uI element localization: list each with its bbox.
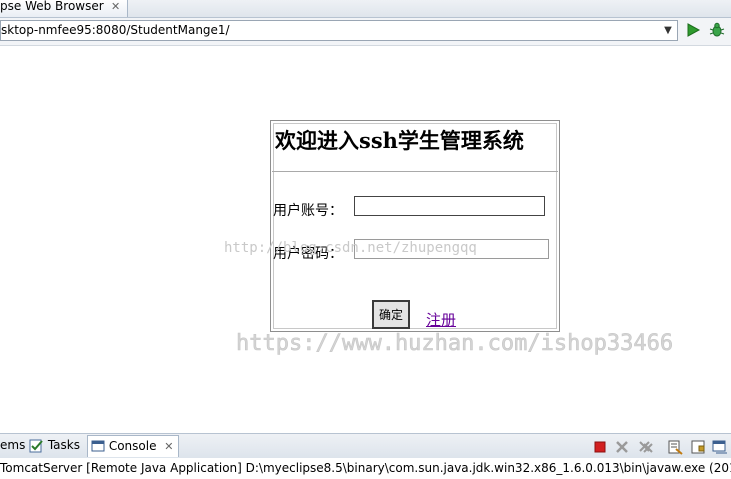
password-label: 用户密码： bbox=[273, 246, 343, 262]
tab-console[interactable]: Console ✕ bbox=[87, 435, 179, 457]
submit-button[interactable]: 确定 bbox=[372, 300, 410, 329]
tab-tasks[interactable]: Tasks bbox=[29, 438, 80, 453]
view-tab-strip: ems Tasks Console ✕ bbox=[0, 433, 731, 459]
close-icon[interactable]: ✕ bbox=[164, 440, 173, 453]
close-icon[interactable]: ✕ bbox=[111, 0, 120, 13]
tab-console-label: Console bbox=[108, 439, 157, 453]
browser-page: 欢迎进入ssh学生管理系统 用户账号： 用户密码： 确定 注册 http://b… bbox=[0, 46, 731, 433]
console-icon bbox=[91, 440, 105, 452]
clear-console-icon[interactable] bbox=[667, 439, 683, 455]
web-browser-tab[interactable]: pse Web Browser ✕ bbox=[0, 0, 128, 17]
page-title: 欢迎进入ssh学生管理系统 bbox=[275, 128, 524, 153]
tasks-icon bbox=[29, 439, 43, 452]
login-form: 欢迎进入ssh学生管理系统 用户账号： 用户密码： 确定 注册 bbox=[270, 120, 560, 332]
url-text: sktop-nmfee95:8080/StudentMange1/ bbox=[1, 23, 230, 37]
console-header-text: TomcatServer [Remote Java Application] D… bbox=[0, 458, 731, 479]
remove-launch-icon[interactable] bbox=[614, 439, 630, 455]
editor-tab-strip: pse Web Browser ✕ bbox=[0, 0, 731, 18]
debug-bug-icon[interactable] bbox=[708, 21, 726, 39]
url-toolbar: sktop-nmfee95:8080/StudentMange1/ ▼ bbox=[0, 18, 731, 46]
display-selected-console-icon[interactable] bbox=[712, 439, 728, 455]
username-input[interactable] bbox=[354, 196, 545, 216]
remove-all-launches-icon[interactable] bbox=[638, 439, 654, 455]
tab-tasks-label: Tasks bbox=[47, 438, 80, 452]
chevron-down-icon[interactable]: ▼ bbox=[661, 21, 675, 40]
tab-problems[interactable]: ems bbox=[0, 438, 25, 452]
register-link[interactable]: 注册 bbox=[426, 309, 456, 330]
title-divider bbox=[272, 171, 558, 172]
go-play-icon[interactable] bbox=[685, 22, 701, 38]
huzhan-watermark: https://www.huzhan.com/ishop33466 bbox=[236, 331, 674, 357]
username-label: 用户账号： bbox=[273, 203, 343, 219]
password-input[interactable] bbox=[354, 239, 549, 259]
web-browser-tab-label: pse Web Browser bbox=[0, 0, 104, 13]
url-input[interactable]: sktop-nmfee95:8080/StudentMange1/ ▼ bbox=[0, 20, 678, 41]
terminate-icon[interactable] bbox=[592, 439, 608, 455]
scroll-lock-icon[interactable] bbox=[690, 439, 706, 455]
